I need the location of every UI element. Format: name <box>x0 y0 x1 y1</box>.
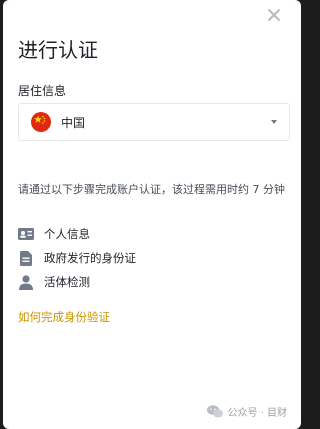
chevron-down-icon <box>271 120 277 124</box>
verification-sheet: 进行认证 居住信息 中国 请通过以下步骤完成账户认证，该过程需用时约 7 分钟 <box>3 0 301 429</box>
china-flag-icon <box>31 112 51 132</box>
step-label: 政府发行的身份证 <box>44 251 136 265</box>
step-label: 活体检测 <box>44 275 90 289</box>
how-to-verify-link[interactable]: 如何完成身份验证 <box>18 309 110 325</box>
step-personal-info: 个人信息 <box>18 222 136 246</box>
id-card-icon <box>18 226 34 242</box>
step-label: 个人信息 <box>44 227 90 241</box>
residence-label: 居住信息 <box>18 84 67 98</box>
person-icon <box>18 274 34 290</box>
wechat-icon <box>207 405 224 418</box>
page-title: 进行认证 <box>18 38 98 62</box>
watermark-text: 公众号 · 目财 <box>227 408 287 419</box>
watermark: 公众号 · 目财 <box>207 404 287 419</box>
step-liveness-check: 活体检测 <box>18 270 136 294</box>
country-select-value: 中国 <box>61 115 86 130</box>
steps-list: 个人信息 政府发行的身份证 活体检测 <box>18 222 136 294</box>
country-select[interactable]: 中国 <box>18 103 290 141</box>
step-government-id: 政府发行的身份证 <box>18 246 136 270</box>
close-icon[interactable] <box>265 6 283 24</box>
document-icon <box>18 250 34 266</box>
verification-description: 请通过以下步骤完成账户认证，该过程需用时约 7 分钟 <box>18 183 285 196</box>
